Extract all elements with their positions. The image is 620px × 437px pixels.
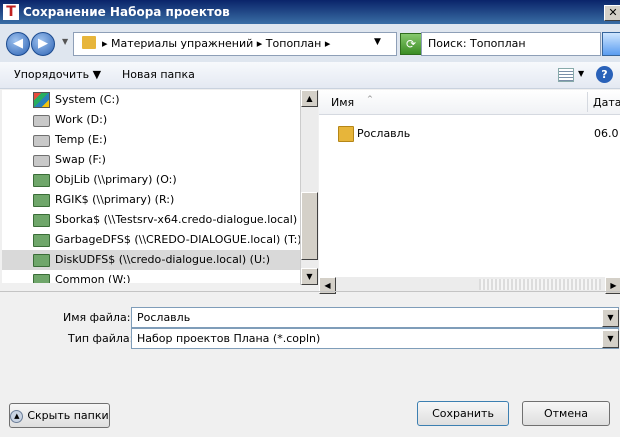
refresh-button[interactable]: ⟳	[400, 33, 422, 55]
search-icon[interactable]	[602, 32, 620, 56]
command-toolbar: Упорядочить ▼ Новая папка ▼ ?	[0, 62, 620, 89]
tree-item-label: System (C:)	[55, 93, 120, 106]
history-dropdown-icon[interactable]: ▼	[62, 37, 68, 46]
drive-icon	[33, 115, 50, 127]
organize-button[interactable]: Упорядочить ▼	[14, 68, 101, 81]
tree-item[interactable]: Work (D:)	[2, 110, 300, 130]
save-button[interactable]: Сохранить	[417, 401, 509, 426]
network-drive-icon	[33, 274, 50, 283]
title-bar: Т Сохранение Набора проектов ✕	[0, 0, 620, 24]
scroll-up-icon[interactable]: ▲	[301, 90, 318, 107]
chevron-down-icon[interactable]: ▼	[374, 37, 381, 47]
network-drive-icon	[33, 214, 50, 227]
tree-item[interactable]: ObjLib (\\primary) (O:)	[2, 170, 300, 190]
tree-item[interactable]: Common (W:)	[2, 270, 300, 283]
filename-value: Рославль	[137, 311, 191, 324]
tree-item-label: Temp (E:)	[55, 133, 108, 146]
scrollbar-track[interactable]	[479, 279, 601, 290]
column-header-row: Имя ^ Дата	[319, 90, 620, 115]
tree-item[interactable]: GarbageDFS$ (\\CREDO-DIALOGUE.local) (T:…	[2, 230, 300, 250]
tree-item[interactable]: System (C:)	[2, 90, 300, 110]
system-drive-icon	[33, 92, 50, 108]
tree-item[interactable]: Sborka$ (\\Testsrv-x64.credo-dialogue.lo…	[2, 210, 300, 230]
tree-item-label: DiskUDFS$ (\\credo-dialogue.local) (U:)	[55, 253, 270, 266]
scrollbar-thumb[interactable]	[301, 192, 318, 260]
chevron-down-icon[interactable]: ▼	[602, 309, 619, 327]
network-drive-icon	[33, 194, 50, 207]
filetype-select[interactable]: Набор проектов Плана (*.copln) ▼	[131, 328, 619, 349]
help-icon[interactable]: ?	[596, 66, 613, 83]
forward-button[interactable]: ▶	[31, 32, 55, 56]
filetype-label: Тип файла:	[68, 332, 134, 345]
address-bar-area: ◀ ▶ ▼ ▸ Материалы упражнений ▸ Топоплан …	[0, 24, 620, 62]
drive-icon	[33, 135, 50, 147]
file-list: Имя ^ Дата Рославль 06.0 ◀ ▶	[319, 90, 620, 294]
tree-item[interactable]: Temp (E:)	[2, 130, 300, 150]
network-drive-icon	[33, 234, 50, 247]
tree-item[interactable]: RGIK$ (\\primary) (R:)	[2, 190, 300, 210]
column-divider[interactable]	[587, 92, 588, 112]
folder-icon	[82, 36, 96, 49]
tree-item-label: RGIK$ (\\primary) (R:)	[55, 193, 175, 206]
close-icon[interactable]: ✕	[604, 5, 620, 21]
window-title: Сохранение Набора проектов	[23, 5, 230, 19]
cancel-button[interactable]: Отмена	[522, 401, 610, 426]
tree-item-label: Common (W:)	[55, 273, 131, 283]
hide-folders-button[interactable]: ▲ Скрыть папки	[9, 403, 110, 428]
filename-label: Имя файла:	[63, 311, 131, 324]
column-header-name[interactable]: Имя	[331, 96, 354, 109]
chevron-down-icon[interactable]: ▼	[602, 330, 619, 348]
file-date: 06.0	[594, 127, 619, 140]
tree-item-selected[interactable]: DiskUDFS$ (\\credo-dialogue.local) (U:)	[2, 250, 300, 270]
column-header-date[interactable]: Дата	[593, 96, 620, 109]
scroll-down-icon[interactable]: ▼	[301, 268, 318, 285]
tree-item-label: ObjLib (\\primary) (O:)	[55, 173, 177, 186]
app-icon: Т	[3, 4, 19, 20]
address-bar[interactable]: ▸ Материалы упражнений ▸ Топоплан ▸ ▼	[73, 32, 397, 56]
filename-field[interactable]: Рославль ▼	[131, 307, 619, 328]
tree-item[interactable]: Swap (F:)	[2, 150, 300, 170]
breadcrumb[interactable]: ▸ Материалы упражнений ▸ Топоплан ▸	[102, 37, 330, 50]
tree-item-label: Swap (F:)	[55, 153, 106, 166]
file-list-horizontal-scrollbar[interactable]: ◀ ▶	[319, 277, 620, 294]
tree-item-label: GarbageDFS$ (\\CREDO-DIALOGUE.local) (T:…	[55, 233, 300, 246]
search-input[interactable]: Поиск: Топоплан	[421, 32, 601, 56]
network-drive-icon	[33, 174, 50, 187]
file-name: Рославль	[357, 127, 411, 140]
back-button[interactable]: ◀	[6, 32, 30, 56]
sort-ascending-icon: ^	[367, 95, 373, 103]
drive-icon	[33, 155, 50, 167]
chevron-down-icon[interactable]: ▼	[578, 69, 584, 78]
network-drive-icon	[33, 254, 50, 267]
tree-item-label: Work (D:)	[55, 113, 108, 126]
folder-icon	[338, 126, 354, 142]
new-folder-button[interactable]: Новая папка	[122, 68, 195, 81]
chevron-up-icon: ▲	[10, 409, 24, 423]
navigation-tree: System (C:) Work (D:) Temp (E:) Swap (F:…	[2, 90, 300, 283]
search-placeholder: Поиск: Топоплан	[428, 37, 526, 50]
filetype-value: Набор проектов Плана (*.copln)	[137, 332, 321, 345]
view-options-icon[interactable]	[558, 68, 574, 82]
divider	[0, 291, 620, 292]
tree-vertical-scrollbar[interactable]: ▲ ▼	[300, 90, 318, 285]
tree-item-label: Sborka$ (\\Testsrv-x64.credo-dialogue.lo…	[55, 213, 300, 226]
list-item[interactable]: Рославль 06.0	[319, 125, 620, 143]
hide-folders-label: Скрыть папки	[27, 409, 109, 422]
